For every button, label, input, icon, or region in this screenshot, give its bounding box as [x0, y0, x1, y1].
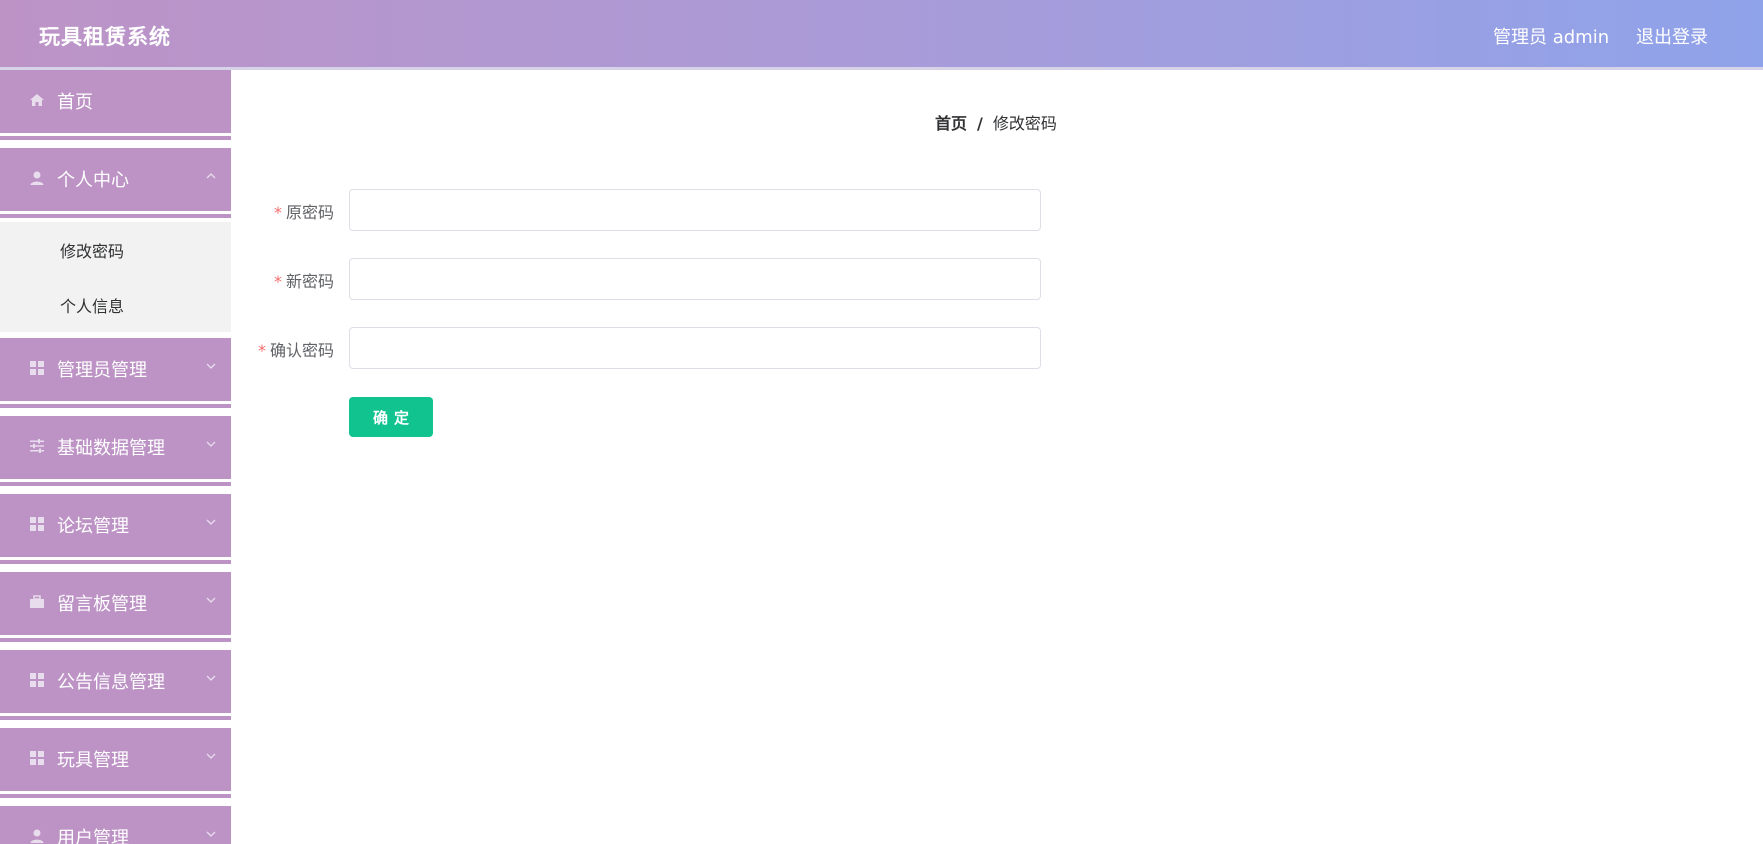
new-password-label: * 新密码: [274, 268, 334, 292]
sidebar-item-home[interactable]: 首页: [0, 70, 231, 136]
old-password-label: * 原密码: [274, 199, 334, 223]
submenu-item-change-password[interactable]: 修改密码: [0, 224, 231, 274]
sidebar-item-label: 公告信息管理: [57, 672, 165, 693]
sidebar-item-message-board-management[interactable]: 留言板管理: [0, 572, 231, 638]
field-label: 原密码: [285, 203, 334, 222]
submenu-item-label: 个人信息: [60, 297, 125, 316]
grid-icon: [30, 673, 44, 687]
sidebar-item-label: 论坛管理: [57, 516, 129, 537]
top-header: 玩具租赁系统 管理员 admin 退出登录: [0, 0, 1763, 70]
sidebar-item-forum-management[interactable]: 论坛管理: [0, 494, 231, 560]
breadcrumb: 首页 / 修改密码: [935, 110, 1057, 134]
chevron-down-icon: [206, 753, 216, 759]
briefcase-icon: [30, 595, 44, 608]
sidebar-item-toy-management[interactable]: 玩具管理: [0, 728, 231, 794]
chevron-down-icon: [206, 597, 216, 603]
chevron-up-icon: [206, 173, 216, 179]
user-icon: [30, 171, 44, 185]
required-mark: *: [273, 203, 282, 222]
sidebar-item-label: 个人中心: [57, 170, 129, 191]
sidebar-item-personal-center[interactable]: 个人中心: [0, 148, 231, 214]
form-row-confirm-password: * 确认密码: [240, 327, 334, 369]
chevron-down-icon: [206, 363, 216, 369]
sidebar-item-basic-data-management[interactable]: 基础数据管理: [0, 416, 231, 482]
submenu-item-label: 修改密码: [60, 242, 125, 261]
sidebar: 首页 个人中心 修改密码 个人信息 管理员管理 基础数据管理 论坛管理 留言板管…: [0, 70, 231, 844]
sidebar-item-announcement-management[interactable]: 公告信息管理: [0, 650, 231, 716]
chevron-down-icon: [206, 831, 216, 837]
sidebar-item-label: 首页: [57, 92, 93, 113]
sliders-icon: [30, 439, 44, 453]
new-password-input[interactable]: [349, 258, 1041, 300]
user-icon: [30, 829, 44, 843]
form-row-new-password: * 新密码: [240, 258, 334, 300]
required-mark: *: [257, 341, 266, 360]
sidebar-item-label: 基础数据管理: [57, 438, 165, 459]
sidebar-item-label: 玩具管理: [57, 750, 129, 771]
submenu-item-personal-info[interactable]: 个人信息: [0, 279, 231, 329]
chevron-down-icon: [206, 441, 216, 447]
sidebar-item-admin-management[interactable]: 管理员管理: [0, 338, 231, 404]
confirm-password-input[interactable]: [349, 327, 1041, 369]
field-label: 新密码: [285, 272, 334, 291]
logout-link[interactable]: 退出登录: [1636, 23, 1708, 49]
breadcrumb-current: 修改密码: [992, 114, 1057, 133]
sidebar-item-label: 用户管理: [57, 828, 129, 844]
sidebar-item-user-management[interactable]: 用户管理: [0, 806, 231, 844]
breadcrumb-separator: /: [977, 114, 983, 133]
breadcrumb-home[interactable]: 首页: [935, 114, 967, 133]
confirm-password-label: * 确认密码: [258, 337, 334, 361]
chevron-down-icon: [206, 519, 216, 525]
home-icon: [30, 94, 44, 106]
chevron-down-icon: [206, 675, 216, 681]
current-user-label: 管理员 admin: [1493, 27, 1610, 48]
field-label: 确认密码: [269, 341, 334, 360]
sidebar-item-label: 留言板管理: [57, 594, 147, 615]
form-row-old-password: * 原密码: [240, 189, 334, 231]
confirm-button[interactable]: 确定: [349, 397, 433, 437]
app-title: 玩具租赁系统: [39, 25, 171, 49]
grid-icon: [30, 517, 44, 531]
sidebar-item-label: 管理员管理: [57, 360, 147, 381]
old-password-input[interactable]: [349, 189, 1041, 231]
grid-icon: [30, 361, 44, 375]
grid-icon: [30, 751, 44, 765]
required-mark: *: [273, 272, 282, 291]
submenu-personal-center: 修改密码 个人信息: [0, 222, 231, 332]
